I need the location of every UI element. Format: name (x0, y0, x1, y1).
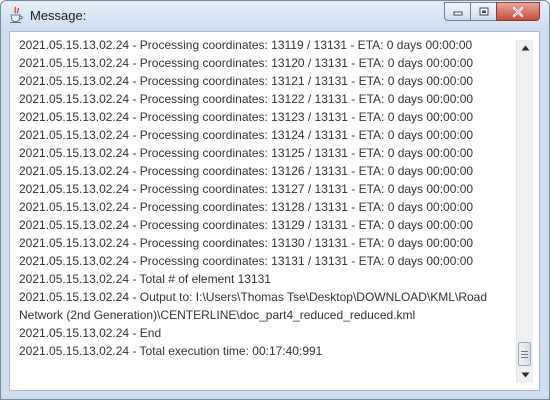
message-panel: 2021.05.15.13.02.24 - Processing coordin… (9, 31, 540, 391)
log-line: 2021.05.15.13.02.24 - Processing coordin… (19, 254, 474, 268)
log-line: 2021.05.15.13.02.24 - Processing coordin… (19, 164, 474, 178)
log-text-area[interactable]: 2021.05.15.13.02.24 - Processing coordin… (19, 36, 513, 388)
log-line: 2021.05.15.13.02.24 - Total # of element… (19, 272, 271, 286)
thumb-grip-line (521, 350, 528, 352)
log-line: 2021.05.15.13.02.24 - Processing coordin… (19, 182, 474, 196)
thumb-grip-line (521, 356, 528, 358)
close-icon (512, 6, 524, 17)
log-line: 2021.05.15.13.02.24 - Processing coordin… (19, 38, 473, 52)
scroll-up-button[interactable] (517, 40, 533, 56)
message-dialog: Message: 2021.05.15.13.02.24 - Processin… (0, 0, 550, 400)
log-line: 2021.05.15.13.02.24 - Processing coordin… (19, 146, 474, 160)
log-line: 2021.05.15.13.02.24 - End (19, 326, 162, 340)
minimize-icon (453, 11, 462, 15)
maximize-button[interactable] (470, 2, 497, 21)
minimize-button[interactable] (444, 2, 471, 21)
log-line: 2021.05.15.13.02.24 - Processing coordin… (19, 200, 474, 214)
log-line: 2021.05.15.13.02.24 - Processing coordin… (19, 110, 474, 124)
log-line: 2021.05.15.13.02.24 - Processing coordin… (19, 74, 474, 88)
log-line: 2021.05.15.13.02.24 - Output to: I:\User… (19, 290, 491, 322)
log-line: 2021.05.15.13.02.24 - Processing coordin… (19, 128, 474, 142)
java-cup-icon (10, 6, 23, 23)
maximize-icon (479, 7, 488, 15)
scroll-up-arrow-icon (521, 45, 529, 51)
scrollbar-thumb[interactable] (518, 342, 531, 366)
vertical-scrollbar[interactable] (516, 40, 533, 383)
scroll-down-arrow-icon (521, 372, 529, 378)
window-title: Message: (30, 8, 87, 23)
log-line: 2021.05.15.13.02.24 - Total execution ti… (19, 344, 323, 358)
log-line: 2021.05.15.13.02.24 - Processing coordin… (19, 236, 474, 250)
thumb-grip-line (521, 353, 528, 355)
title-bar[interactable]: Message: (1, 1, 549, 31)
close-button[interactable] (496, 2, 540, 21)
scroll-down-button[interactable] (517, 367, 533, 383)
log-line: 2021.05.15.13.02.24 - Processing coordin… (19, 56, 474, 70)
log-line: 2021.05.15.13.02.24 - Processing coordin… (19, 218, 474, 232)
log-line: 2021.05.15.13.02.24 - Processing coordin… (19, 92, 474, 106)
